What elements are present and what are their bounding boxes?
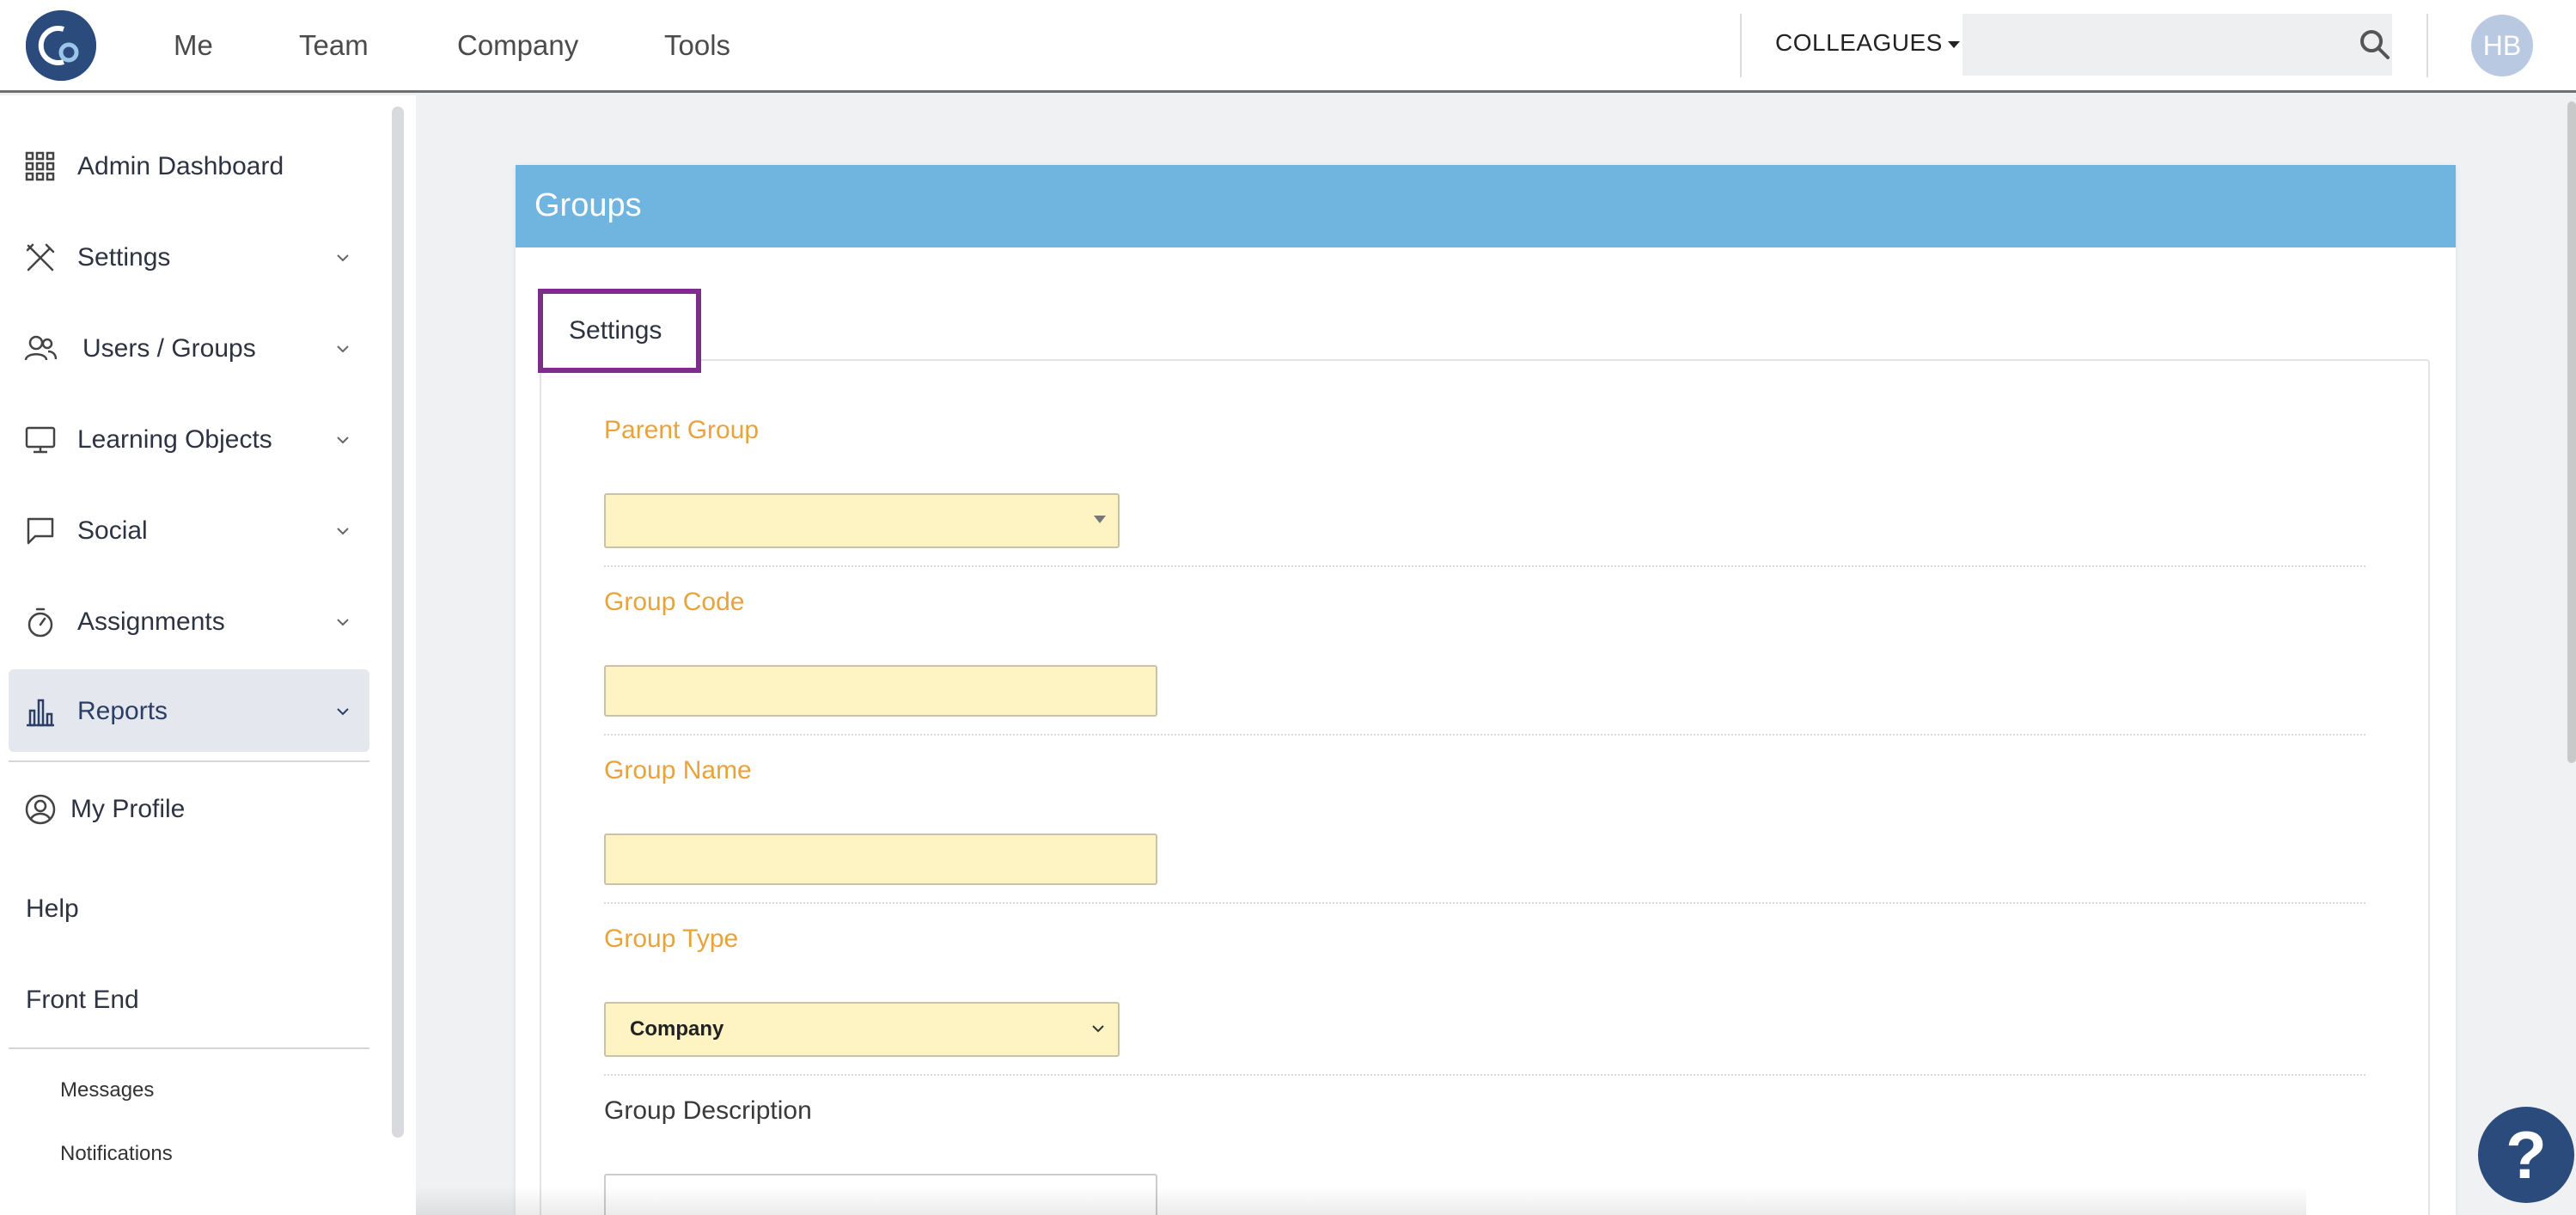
row-divider <box>604 902 2365 904</box>
chevron-down-icon <box>337 345 349 353</box>
sidebar-divider <box>9 760 369 762</box>
chat-icon <box>27 517 54 545</box>
sidebar-item-label: Admin Dashboard <box>77 152 284 180</box>
sidebar-messages-link[interactable]: Messages <box>60 1078 154 1102</box>
search-box <box>1963 14 2392 76</box>
sidebar-item-social[interactable]: Social <box>9 489 369 571</box>
company-logo[interactable] <box>26 10 96 81</box>
group-code-input[interactable] <box>604 665 1157 717</box>
sidebar-item-label: Social <box>77 516 148 545</box>
bottom-shadow <box>416 1186 2306 1215</box>
logo-icon <box>26 10 96 81</box>
chevron-down-icon <box>337 254 349 262</box>
sidebar-item-my-profile[interactable]: My Profile <box>9 774 369 843</box>
sidebar-item-label: Assignments <box>77 608 225 636</box>
search-input[interactable] <box>1975 26 2335 64</box>
colleagues-dropdown[interactable]: COLLEAGUES <box>1775 29 1960 57</box>
colleagues-label: COLLEAGUES <box>1775 29 1943 56</box>
top-navbar: Me Team Company Tools COLLEAGUES HB <box>0 0 2576 93</box>
page-title: Groups <box>534 187 642 223</box>
nav-divider-right <box>2426 14 2428 77</box>
sidebar-item-reports[interactable]: Reports <box>9 669 369 752</box>
group-type-label: Group Type <box>604 925 739 953</box>
sidebar-item-admin-dashboard[interactable]: Admin Dashboard <box>9 125 369 207</box>
sidebar-scrollbar[interactable] <box>392 107 404 1138</box>
tab-settings-label: Settings <box>569 316 662 345</box>
group-type-select[interactable]: Company <box>604 1002 1120 1057</box>
sidebar-item-label: Reports <box>77 697 168 725</box>
sidebar-front-end-link[interactable]: Front End <box>26 986 139 1015</box>
nav-me[interactable]: Me <box>174 29 213 62</box>
parent-group-label: Parent Group <box>604 416 760 444</box>
chevron-down-icon <box>1092 1025 1104 1033</box>
chevron-down-icon <box>337 437 349 444</box>
sidebar-item-learning-objects[interactable]: Learning Objects <box>9 398 369 480</box>
sidebar-item-label: Settings <box>77 243 171 272</box>
stopwatch-icon <box>27 608 53 638</box>
user-circle-icon <box>25 794 56 825</box>
sidebar-item-label: My Profile <box>70 795 186 823</box>
tab-settings[interactable]: Settings <box>538 289 701 373</box>
group-name-input[interactable] <box>604 833 1157 885</box>
help-button[interactable]: ? <box>2478 1107 2574 1203</box>
nav-team[interactable]: Team <box>299 29 369 62</box>
sidebar-item-settings[interactable]: Settings <box>9 216 369 298</box>
sidebar-item-assignments[interactable]: Assignments <box>9 580 369 662</box>
bar-chart-icon <box>27 699 54 727</box>
sidebar-help-link[interactable]: Help <box>26 894 79 924</box>
users-icon <box>24 335 57 361</box>
groups-panel: Groups Settings Parent Group Group Code … <box>516 165 2456 1215</box>
grid-icon <box>25 151 55 181</box>
chevron-down-icon <box>337 708 349 716</box>
group-type-value: Company <box>630 1017 724 1041</box>
chevron-down-icon <box>337 619 349 626</box>
sidebar-notifications-link[interactable]: Notifications <box>60 1142 173 1166</box>
nav-tools[interactable]: Tools <box>664 29 730 62</box>
row-divider <box>604 1074 2365 1076</box>
chevron-down-icon <box>337 528 349 535</box>
sidebar-item-label: Learning Objects <box>77 425 272 454</box>
group-description-label: Group Description <box>604 1096 812 1125</box>
parent-group-select[interactable] <box>604 493 1120 548</box>
sidebar-divider-bottom <box>9 1047 369 1049</box>
group-code-label: Group Code <box>604 588 745 616</box>
group-name-label: Group Name <box>604 756 752 785</box>
monitor-icon <box>25 426 56 454</box>
caret-down-icon <box>1094 516 1106 523</box>
tools-icon <box>26 243 55 272</box>
row-divider <box>604 565 2365 567</box>
avatar[interactable]: HB <box>2471 15 2533 76</box>
row-divider <box>604 734 2365 736</box>
nav-divider <box>1740 14 1742 77</box>
caret-down-icon <box>1947 40 1960 48</box>
sidebar: Admin Dashboard Settings Users / Groups … <box>0 95 416 1215</box>
panel-header: Groups <box>516 165 2456 247</box>
page-scrollbar[interactable] <box>2567 101 2576 763</box>
search-icon[interactable] <box>2358 27 2392 62</box>
sidebar-item-users-groups[interactable]: Users / Groups <box>9 307 369 389</box>
sidebar-item-label: Users / Groups <box>82 334 256 363</box>
settings-form <box>540 359 2430 1215</box>
nav-company[interactable]: Company <box>457 29 578 62</box>
